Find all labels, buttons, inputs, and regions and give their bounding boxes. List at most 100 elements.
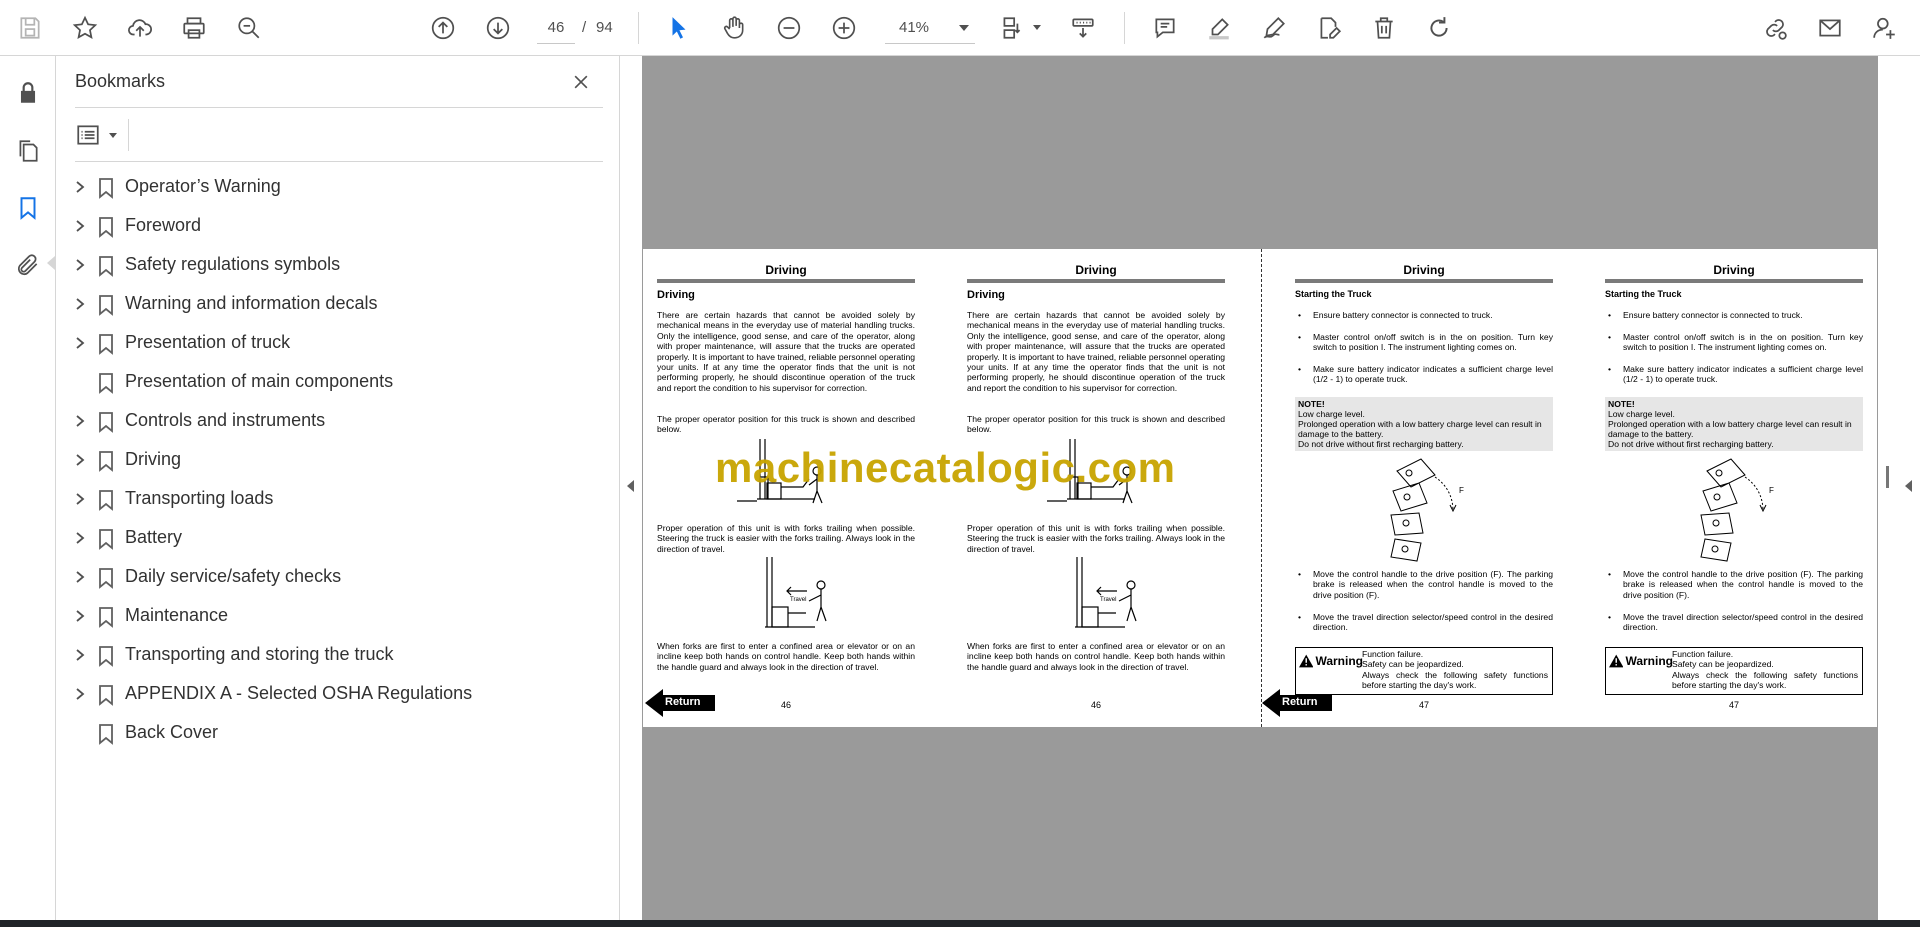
bookmark-icon[interactable] [9,189,47,227]
bookmark-label: Safety regulations symbols [125,254,341,274]
zoom-value: 41% [899,19,930,36]
warning-line: Always check the following safety functi… [1672,669,1858,691]
draw-icon[interactable] [1255,9,1293,47]
edit-pdf-icon[interactable] [1310,9,1348,47]
bullet-item: Make sure battery indicator indicates a … [1605,364,1863,385]
page-number-input[interactable] [537,12,575,44]
comment-icon[interactable] [1146,9,1184,47]
section-subhead: Driving [657,289,695,301]
share-link-icon[interactable] [1756,9,1794,47]
zoom-search-icon[interactable] [230,9,268,47]
bullet-item: Ensure battery connector is connected to… [1605,310,1863,321]
upload-cloud-icon[interactable] [121,9,159,47]
note-title: NOTE! [1608,399,1635,409]
warning-text: Function failure. Safety can be jeopardi… [1672,649,1858,691]
document-view[interactable]: Driving Driving There are certain hazard… [642,56,1878,920]
chevron-right-icon[interactable] [73,609,87,623]
chevron-right-icon[interactable] [73,258,87,272]
scrollbar-thumb[interactable] [1886,466,1889,488]
section-header: Driving [1403,263,1445,277]
chevron-right-icon[interactable] [73,648,87,662]
chevron-down-icon[interactable] [1033,25,1041,30]
lock-icon[interactable] [9,74,47,112]
toolbar-divider [1124,12,1125,44]
bookmark-item[interactable]: Driving [56,441,620,480]
redo-icon[interactable] [1420,9,1458,47]
bookmark-item[interactable]: Back Cover [56,714,620,753]
bookmark-item[interactable]: Presentation of truck [56,324,620,363]
bookmark-item[interactable]: Transporting loads [56,480,620,519]
bookmark-icon [99,256,113,277]
mail-icon[interactable] [1811,9,1849,47]
bookmark-item[interactable]: Warning and information decals [56,285,620,324]
zoom-in-icon[interactable] [825,9,863,47]
chevron-right-icon[interactable] [73,453,87,467]
warning-triangle-icon [1299,654,1314,668]
bookmark-item[interactable]: Foreword [56,207,620,246]
pages-icon[interactable] [9,132,47,170]
note-line: Do not drive without first recharging ba… [1298,439,1464,449]
warning-label: Warning [1299,651,1363,671]
highlight-icon[interactable] [1200,9,1238,47]
right-panel-toggle[interactable] [1900,56,1920,920]
chevron-right-icon[interactable] [73,687,87,701]
print-icon[interactable] [175,9,213,47]
chevron-right-icon[interactable] [73,492,87,506]
bookmark-item[interactable]: Transporting and storing the truck [56,636,620,675]
return-button[interactable]: Return [1262,689,1332,717]
chevron-right-icon[interactable] [73,414,87,428]
bookmarks-panel: Bookmarks Operator’s Warning Foreword Safe… [56,56,620,920]
bookmark-item[interactable]: Maintenance [56,597,620,636]
bookmark-label: APPENDIX A - Selected OSHA Regulations [125,683,473,703]
bookmark-label: Transporting loads [125,488,274,508]
bookmark-icon [99,334,113,355]
page-down-icon[interactable] [479,9,517,47]
bookmark-item[interactable]: APPENDIX A - Selected OSHA Regulations [56,675,620,714]
chevron-left-icon[interactable] [1905,480,1912,492]
bookmark-label: Presentation of main components [125,371,394,391]
bookmark-options-button[interactable] [75,119,123,151]
paragraph: The proper operator position for this tr… [657,414,915,435]
figure-label: F [1459,486,1464,495]
return-button[interactable]: Return [645,689,715,717]
chevron-right-icon[interactable] [73,531,87,545]
bookmark-item[interactable]: Presentation of main components [56,363,620,402]
save-icon[interactable] [11,9,49,47]
close-icon[interactable] [566,67,596,97]
vertical-scrollbar[interactable] [1878,56,1900,920]
warning-line: Function failure. [1672,649,1734,659]
chevron-down-icon [959,25,969,31]
chevron-left-icon[interactable] [627,480,634,492]
list-options-icon [77,125,99,145]
panel-collapse-splitter[interactable] [620,56,642,920]
page-layout-icon[interactable] [993,9,1031,47]
chevron-right-icon[interactable] [73,180,87,194]
zoom-out-icon[interactable] [770,9,808,47]
chevron-right-icon[interactable] [73,219,87,233]
attachment-icon[interactable] [9,246,47,284]
header-rule [1295,279,1553,283]
top-toolbar: / 94 41% [0,0,1920,56]
bookmark-item[interactable]: Controls and instruments [56,402,620,441]
bookmark-item[interactable]: Battery [56,519,620,558]
page-number: 47 [1418,700,1429,710]
header-rule [967,279,1225,283]
star-icon[interactable] [66,9,104,47]
chevron-down-icon [109,133,117,138]
page-up-icon[interactable] [424,9,462,47]
delete-icon[interactable] [1365,9,1403,47]
select-cursor-icon[interactable] [660,9,698,47]
chevron-right-icon[interactable] [73,297,87,311]
warning-line: Function failure. [1362,649,1424,659]
zoom-select[interactable]: 41% [885,12,975,44]
bookmark-item[interactable]: Safety regulations symbols [56,246,620,285]
chevron-right-icon[interactable] [73,336,87,350]
hand-icon[interactable] [715,9,753,47]
chevron-right-icon[interactable] [73,570,87,584]
warning-box: Warning Function failure. Safety can be … [1295,647,1553,695]
pdf-viewer-app: / 94 41% [0,0,1920,927]
bookmark-item[interactable]: Operator’s Warning [56,168,620,207]
scroll-mode-icon[interactable] [1064,9,1102,47]
add-user-icon[interactable] [1866,9,1904,47]
bookmark-item[interactable]: Daily service/safety checks [56,558,620,597]
